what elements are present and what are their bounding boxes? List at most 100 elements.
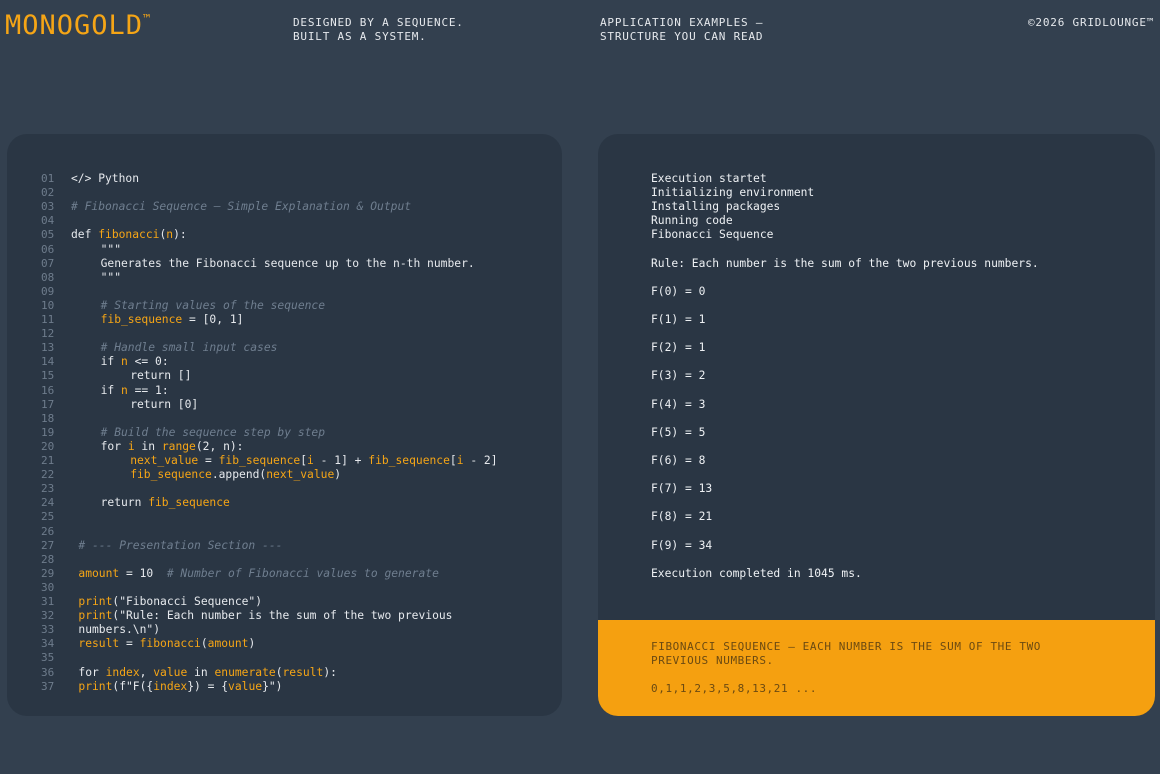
- code-token: fibonacci: [98, 228, 160, 242]
- code-token: ("Fibonacci Sequence"): [112, 595, 263, 608]
- code-token: print: [78, 609, 113, 623]
- code-token: fib_sequence: [100, 313, 183, 326]
- line-number: 30: [41, 580, 55, 594]
- code-line: def fibonacci(n):: [71, 228, 187, 242]
- line-number: 33: [41, 623, 55, 637]
- output-line: Fibonacci Sequence: [651, 228, 774, 242]
- line-number: 36: [41, 665, 55, 679]
- code-token: (f"F({: [112, 679, 154, 693]
- line-number: 32: [41, 609, 55, 623]
- code-token: # Starting values of the sequence: [100, 298, 326, 312]
- code-line: fib_sequence = [0, 1]: [101, 313, 244, 327]
- code-line: """: [101, 271, 121, 285]
- line-number: 31: [41, 595, 55, 608]
- line-number: 12: [41, 327, 55, 341]
- code-token: i: [307, 454, 314, 467]
- line-number: 34: [41, 637, 55, 651]
- line-number: 27: [41, 538, 55, 552]
- line-number: 03: [41, 200, 55, 214]
- code-token: ,: [139, 665, 154, 679]
- code-token: </> Python: [71, 172, 140, 185]
- code-token: n: [121, 383, 128, 397]
- line-number: 25: [41, 510, 55, 524]
- code-token: fib_sequence: [368, 454, 450, 467]
- code-line: amount = 10 # Number of Fibonacci values…: [78, 567, 438, 581]
- code-line: print("Rule: Each number is the sum of t…: [78, 609, 452, 623]
- output-line: F(8) = 21: [651, 510, 713, 524]
- line-number: 10: [41, 298, 55, 312]
- line-number: 05: [41, 228, 55, 242]
- line-number: 20: [41, 439, 55, 453]
- trademark-mark: ™: [143, 12, 152, 26]
- code-token: ): [334, 468, 342, 482]
- code-line: # --- Presentation Section ---: [78, 539, 282, 553]
- line-number: 09: [41, 284, 55, 298]
- code-line: return [0]: [130, 398, 198, 412]
- code-line: # Starting values of the sequence: [101, 299, 325, 313]
- code-line: """: [101, 243, 121, 257]
- code-line: return []: [130, 369, 191, 383]
- code-line: print(f"F({index}) = {value}"): [78, 680, 282, 694]
- code-token: - 2]: [463, 454, 498, 467]
- code-line: </> Python: [71, 172, 139, 186]
- code-token: return: [100, 496, 149, 510]
- code-token: print: [78, 679, 113, 693]
- code-token: value: [153, 665, 188, 679]
- code-token: # Handle small input cases: [100, 341, 278, 355]
- code-token: if: [100, 355, 121, 369]
- output-line: Initializing environment: [651, 186, 815, 200]
- code-token: enumerate: [214, 665, 276, 679]
- code-token: .append(: [211, 468, 267, 482]
- code-token: result: [78, 637, 120, 651]
- code-token: == 1:: [127, 383, 169, 397]
- code-token: =: [119, 637, 140, 651]
- code-token: (2, n):: [195, 439, 244, 453]
- logo: MONOGOLD™: [5, 10, 151, 41]
- code-token: = [0, 1]: [182, 313, 244, 326]
- line-number: 06: [41, 242, 55, 256]
- line-number: 29: [41, 566, 55, 580]
- code-token: numbers.\n"): [78, 623, 161, 637]
- line-number: 11: [41, 313, 55, 326]
- line-number: 22: [41, 468, 55, 482]
- code-token: (: [200, 637, 208, 651]
- code-token: i: [456, 454, 464, 467]
- banner-text: FIBONACCI SEQUENCE – EACH NUMBER IS THE …: [651, 640, 1042, 667]
- line-number: 16: [41, 383, 55, 397]
- output-line: Execution completed in 1045 ms.: [651, 566, 862, 580]
- code-line: if n == 1:: [101, 384, 169, 398]
- code-token: """: [100, 270, 121, 284]
- code-line: numbers.\n"): [78, 623, 160, 637]
- code-token: """: [100, 242, 121, 256]
- output-line: F(7) = 13: [651, 482, 713, 496]
- line-number: 07: [41, 256, 55, 270]
- code-token: fib_sequence: [148, 496, 230, 510]
- code-token: fib_sequence: [218, 454, 301, 467]
- code-token: ("Rule: Each number is the sum of the tw…: [112, 609, 453, 623]
- code-token: return [0]: [130, 397, 199, 411]
- code-line: print("Fibonacci Sequence"): [78, 595, 262, 609]
- output-line: F(9) = 34: [651, 538, 713, 552]
- output-line: F(6) = 8: [651, 454, 706, 467]
- line-number: 28: [41, 552, 55, 566]
- line-number: 19: [41, 425, 55, 439]
- line-number: 04: [41, 214, 55, 228]
- code-token: - 1] +: [313, 454, 369, 467]
- code-token: next_value: [266, 468, 335, 482]
- line-number: 13: [41, 341, 55, 355]
- code-token: amount: [78, 566, 120, 580]
- code-token: # Build the sequence step by step: [100, 425, 326, 439]
- code-line: result = fibonacci(amount): [78, 637, 255, 651]
- output-line: F(2) = 1: [651, 341, 706, 355]
- code-line: for i in range(2, n):: [101, 440, 244, 454]
- line-number: 24: [41, 496, 55, 510]
- output-line: F(1) = 1: [651, 313, 706, 326]
- code-token: = 10: [119, 566, 167, 580]
- code-token: return []: [130, 369, 192, 383]
- code-token: # Number of Fibonacci values to generate: [166, 566, 439, 580]
- code-token: index: [153, 679, 188, 693]
- line-number: 15: [41, 369, 55, 383]
- code-token: fibonacci: [139, 637, 201, 651]
- output-line: F(3) = 2: [651, 369, 706, 383]
- code-line: # Handle small input cases: [101, 341, 278, 355]
